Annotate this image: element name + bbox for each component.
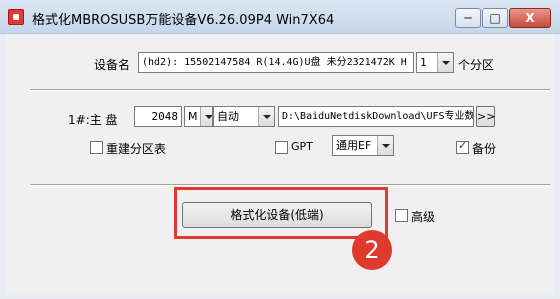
chevron-down-icon xyxy=(258,107,274,126)
partition-size-field[interactable]: 2048 xyxy=(134,106,182,127)
gpt-checkbox[interactable] xyxy=(275,141,288,154)
separator xyxy=(30,89,550,91)
advanced-checkbox[interactable] xyxy=(395,209,408,222)
partition-count-value: 1 xyxy=(420,56,427,69)
filesystem-select[interactable]: 自动 xyxy=(213,106,275,127)
separator xyxy=(30,184,550,186)
ef-mode-value: 通用EF xyxy=(336,139,372,152)
chevron-down-icon xyxy=(437,53,453,72)
close-button[interactable]: X xyxy=(509,8,551,28)
window-title: 格式化MBROSUSB万能设备V6.26.09P4 Win7X64 xyxy=(32,13,335,28)
maximize-button[interactable]: □ xyxy=(482,8,508,28)
chevron-down-icon xyxy=(377,136,393,155)
backup-checkbox[interactable] xyxy=(456,139,469,154)
app-window: 格式化MBROSUSB万能设备V6.26.09P4 Win7X64 ─ □ X … xyxy=(0,0,560,299)
chevron-down-icon xyxy=(200,107,212,126)
device-name-field[interactable]: (hd2): 15502147584 R(14.4G)U盘 未分2321472K… xyxy=(138,52,414,73)
browse-button[interactable]: >> xyxy=(476,106,495,127)
source-path-field[interactable]: D:\BaiduNetdiskDownload\UFS专业数 xyxy=(278,106,474,127)
minimize-button[interactable]: ─ xyxy=(455,8,481,28)
partition-count-select[interactable]: 1 xyxy=(416,52,454,73)
advanced-label: 高级 xyxy=(411,210,436,224)
rebuild-partition-label: 重建分区表 xyxy=(106,142,167,156)
size-unit-select[interactable]: M xyxy=(184,106,213,127)
ef-mode-select[interactable]: 通用EF xyxy=(332,135,394,156)
step-badge: 2 xyxy=(352,230,392,270)
app-icon xyxy=(8,9,24,25)
title-bar: 格式化MBROSUSB万能设备V6.26.09P4 Win7X64 ─ □ X xyxy=(0,0,560,34)
backup-label: 备份 xyxy=(472,142,497,156)
size-unit-value: M xyxy=(188,110,198,123)
partition1-label: 1#:主 盘 xyxy=(68,113,118,127)
rebuild-partition-checkbox[interactable] xyxy=(90,141,103,154)
gpt-label: GPT xyxy=(291,140,313,153)
partition-count-suffix: 个分区 xyxy=(458,58,495,72)
highlight-box xyxy=(174,187,388,239)
device-label: 设备名 xyxy=(94,58,131,72)
main-panel: 设备名 (hd2): 15502147584 R(14.4G)U盘 未分2321… xyxy=(6,34,554,293)
filesystem-value: 自动 xyxy=(217,110,239,123)
